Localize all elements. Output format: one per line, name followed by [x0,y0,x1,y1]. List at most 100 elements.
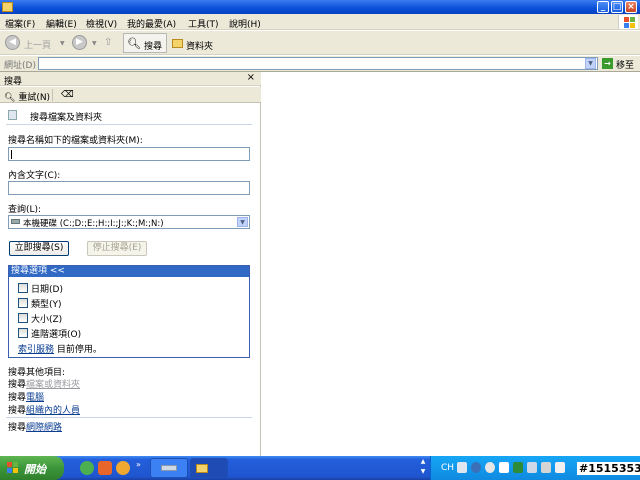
hard-drive-icon [11,219,20,224]
look-in-select[interactable]: 本機硬碟 (C:;D:;E:;H:;I:;J:;K:;M:;N:) ▼ [8,215,250,229]
search-prefix: 搜尋 [8,423,27,433]
windows-logo-icon [7,462,19,474]
restart-label: 重試(N) [18,93,51,103]
forward-arrow-icon[interactable]: ▶ [72,35,87,50]
option-date-label: 日期(D) [31,285,63,295]
checkbox[interactable] [18,328,28,338]
search-button[interactable]: 🔍︎ 搜尋 [123,33,167,53]
search-internet-link[interactable]: 網際網路 [26,423,62,433]
search-prefix: 搜尋 [8,380,27,390]
clock[interactable]: #1515353 [577,462,640,475]
menu-favorites[interactable]: 我的最愛(A) [127,17,176,30]
maximize-button[interactable]: □ [611,1,623,13]
volume-icon[interactable] [485,462,495,473]
search-other-files: 搜尋檔案或資料夾 [8,377,80,390]
search-now-button[interactable]: 立即搜尋(S) [9,241,69,256]
look-in-value: 本機硬碟 (C:;D:;E:;H:;I:;J:;K:;M:;N:) [23,219,164,229]
up-folder-icon[interactable]: ⇧ [104,37,118,49]
minimize-button[interactable]: _ [597,1,609,13]
system-tray: CH #1515353 [430,456,640,480]
forward-dropdown-icon[interactable]: ▼ [92,40,97,47]
folder-icon [2,2,13,12]
start-button[interactable]: 開始 [0,456,64,480]
back-dropdown-icon[interactable]: ▼ [60,40,65,47]
media-icon[interactable] [116,461,130,475]
back-arrow-icon[interactable]: ◀ [5,35,20,50]
restart-icon: 🔍︎ [4,93,16,103]
divider [6,124,252,125]
checkbox[interactable] [18,283,28,293]
close-button[interactable]: × [625,1,637,13]
option-type-label: 類型(Y) [31,300,62,310]
tray-icon[interactable] [555,462,565,473]
search-other-computers: 搜尋電腦 [8,390,44,403]
option-size-label: 大小(Z) [31,315,63,325]
search-pane: 搜尋 × 🔍︎ 重試(N) ⌫ 搜尋檔案及資料夾 搜尋名稱如下的檔案或資料夾(M… [0,72,261,456]
search-prefix: 搜尋 [8,393,27,403]
windows-logo-icon [618,15,638,29]
language-indicator[interactable]: CH [441,463,454,473]
search-options-panel: 搜尋選項 << 日期(D) 類型(Y) 大小(Z) 進階選項(O) 索引服務 目… [8,265,250,358]
menu-edit[interactable]: 編輯(E) [46,17,77,30]
indexing-service-link[interactable]: 索引服務 [18,345,54,355]
app-icon[interactable] [98,461,112,475]
separator [52,89,53,101]
taskbar: 開始 » ▲ ▼ CH #1515353 [0,456,640,480]
folder-icon [196,464,208,473]
taskbar-scroll-arrows[interactable]: ▲ ▼ [418,457,428,479]
menu-bar: 檔案(F) 編輯(E) 檢視(V) 我的最愛(A) 工具(T) 說明(H) [0,14,640,30]
folders-button-label: 資料夾 [186,42,214,52]
contains-text-input[interactable] [8,181,250,195]
toolbar: ◀ 上一頁 ▼ ▶ ▼ ⇧ 🔍︎ 搜尋 資料夾 [0,31,640,55]
drive-tray-icon[interactable] [527,462,537,473]
menu-file[interactable]: 檔案(F) [5,17,35,30]
checkbox[interactable] [18,298,28,308]
taskbar-button[interactable] [150,458,188,478]
search-button-label: 搜尋 [144,42,163,52]
indexing-row: 索引服務 目前停用。 [18,342,102,355]
restart-button[interactable]: 🔍︎ 重試(N) [4,90,50,103]
look-in-label: 查詢(L): [8,205,42,215]
close-icon[interactable]: × [247,72,255,83]
browser-icon[interactable] [80,461,94,475]
address-dropdown-icon[interactable]: ▼ [585,58,596,69]
taskbar-explorer-button[interactable] [190,458,228,478]
start-label: 開始 [24,463,46,476]
search-files-link[interactable]: 檔案或資料夾 [26,380,80,390]
filename-input[interactable] [8,147,250,161]
search-doc-icon [8,110,17,120]
search-pane-header: 搜尋 × [0,72,261,87]
tray-icon[interactable] [541,462,551,473]
search-internet: 搜尋網際網路 [8,420,62,433]
folders-button[interactable]: 資料夾 [169,33,221,53]
go-button-label: 移至 [616,61,635,71]
results-area[interactable] [262,72,640,456]
text-caret [11,150,12,159]
menu-help[interactable]: 說明(H) [229,17,261,30]
title-bar[interactable]: _ □ × [0,0,640,14]
chevron-down-icon[interactable]: ▼ [237,217,248,227]
search-pane-toolbar: 🔍︎ 重試(N) ⌫ [0,87,261,103]
search-people-link[interactable]: 組織內的人員 [26,406,80,416]
ime-icon[interactable] [457,462,467,473]
indexing-status: 目前停用。 [54,345,102,355]
divider [6,417,252,418]
quicklaunch-expand-icon[interactable]: » [136,460,141,469]
menu-view[interactable]: 檢視(V) [86,17,117,30]
tray-app-icon[interactable] [499,462,509,473]
eraser-icon[interactable]: ⌫ [61,90,74,100]
stop-search-button[interactable]: 停止搜尋(E) [87,241,147,256]
search-pane-heading: 搜尋檔案及資料夾 [30,113,103,123]
back-button-label[interactable]: 上一頁 [24,38,51,51]
explorer-window: _ □ × 檔案(F) 編輯(E) 檢視(V) 我的最愛(A) 工具(T) 說明… [0,0,640,456]
go-button[interactable]: → 移至 [602,57,638,71]
search-computers-link[interactable]: 電腦 [26,393,44,403]
filename-label: 搜尋名稱如下的檔案或資料夾(M): [8,136,143,146]
security-icon[interactable] [513,462,523,473]
search-prefix: 搜尋 [8,406,27,416]
menu-tools[interactable]: 工具(T) [188,17,219,30]
checkbox[interactable] [18,313,28,323]
address-input[interactable] [38,57,598,70]
network-icon[interactable] [471,462,481,473]
search-options-header[interactable]: 搜尋選項 << [9,266,249,277]
